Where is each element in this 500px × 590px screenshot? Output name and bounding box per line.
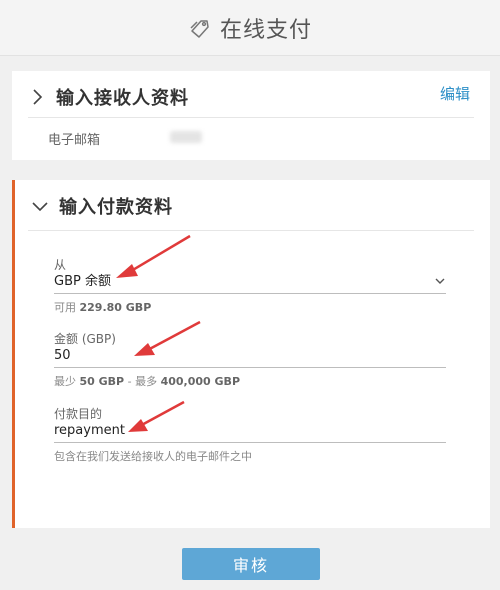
redacted-email-value [170, 131, 202, 143]
divider [28, 230, 474, 231]
app-header: 在线支付 [0, 0, 500, 56]
page-title: 在线支付 [219, 17, 312, 43]
payment-tag-icon [188, 16, 212, 40]
amount-field: 金额 (GBP) 50 最少 50 GBP - 最多 400,000 GBP [54, 330, 446, 389]
recipient-section-header[interactable]: 输入接收人资料 [28, 81, 189, 113]
from-underline [54, 293, 446, 294]
from-field: 从 GBP 余额 可用 229.80 GBP [54, 256, 446, 315]
from-selected-value: GBP 余额 [54, 274, 111, 289]
purpose-hint: 包含在我们发送给接收人的电子邮件之中 [54, 450, 252, 463]
review-button[interactable]: 审核 [182, 548, 320, 580]
purpose-input[interactable]: repayment [54, 422, 446, 440]
chevron-down-icon [434, 275, 446, 287]
purpose-field: 付款目的 repayment 包含在我们发送给接收人的电子邮件之中 [54, 405, 446, 464]
chevron-right-icon [28, 88, 46, 106]
recipient-section-title: 输入接收人资料 [56, 88, 189, 109]
amount-label: 金额 (GBP) [54, 332, 116, 346]
email-label: 电子邮箱 [48, 133, 101, 148]
amount-underline [54, 367, 446, 368]
chevron-down-icon [31, 197, 49, 215]
recipient-card: 输入接收人资料 编辑 电子邮箱 [12, 71, 490, 160]
payment-section-header[interactable]: 输入付款资料 [31, 190, 173, 222]
from-label: 从 [54, 258, 67, 272]
purpose-label: 付款目的 [54, 407, 103, 421]
edit-recipient-link[interactable]: 编辑 [440, 83, 470, 104]
payment-section-title: 输入付款资料 [59, 197, 173, 218]
divider [28, 117, 474, 118]
available-balance: 可用 229.80 GBP [54, 301, 152, 314]
payment-card: 输入付款资料 从 GBP 余额 可用 229.80 GBP 金额 (GBP) 5… [12, 180, 490, 528]
from-select[interactable]: GBP 余额 [54, 273, 446, 291]
purpose-underline [54, 442, 446, 443]
amount-input[interactable]: 50 [54, 347, 446, 365]
amount-limits: 最少 50 GBP - 最多 400,000 GBP [54, 375, 240, 388]
